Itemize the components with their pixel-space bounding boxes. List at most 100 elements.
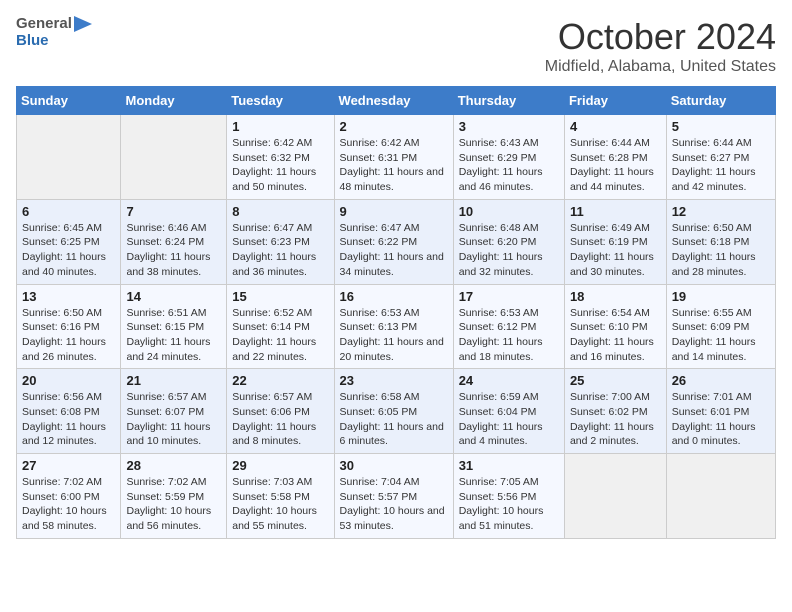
day-info: Sunrise: 7:02 AM Sunset: 6:00 PM Dayligh… [22, 475, 115, 534]
header-thursday: Thursday [453, 87, 564, 115]
day-info: Sunrise: 6:45 AM Sunset: 6:25 PM Dayligh… [22, 221, 115, 280]
day-info: Sunrise: 6:54 AM Sunset: 6:10 PM Dayligh… [570, 306, 661, 365]
day-info: Sunrise: 6:42 AM Sunset: 6:31 PM Dayligh… [340, 136, 448, 195]
calendar-cell: 12 Sunrise: 6:50 AM Sunset: 6:18 PM Dayli… [666, 199, 775, 284]
logo-arrow-icon [74, 16, 92, 32]
week-row-3: 13 Sunrise: 6:50 AM Sunset: 6:16 PM Dayli… [17, 284, 776, 369]
calendar-cell: 28 Sunrise: 7:02 AM Sunset: 5:59 PM Dayli… [121, 454, 227, 539]
day-number: 22 [232, 373, 328, 388]
day-number: 27 [22, 458, 115, 473]
calendar-cell [564, 454, 666, 539]
day-number: 13 [22, 289, 115, 304]
calendar-cell: 24Sunrise: 6:59 AM Sunset: 6:04 PM Dayli… [453, 369, 564, 454]
day-number: 9 [340, 204, 448, 219]
day-info: Sunrise: 6:47 AM Sunset: 6:23 PM Dayligh… [232, 221, 328, 280]
day-number: 12 [672, 204, 770, 219]
calendar-cell: 13 Sunrise: 6:50 AM Sunset: 6:16 PM Dayli… [17, 284, 121, 369]
day-info: Sunrise: 6:59 AM Sunset: 6:04 PM Dayligh… [459, 390, 559, 449]
day-number: 28 [126, 458, 221, 473]
day-number: 29 [232, 458, 328, 473]
day-number: 19 [672, 289, 770, 304]
day-info: Sunrise: 6:57 AM Sunset: 6:07 PM Dayligh… [126, 390, 221, 449]
day-number: 10 [459, 204, 559, 219]
calendar-cell: 8 Sunrise: 6:47 AM Sunset: 6:23 PM Daylig… [227, 199, 334, 284]
day-info: Sunrise: 7:00 AM Sunset: 6:02 PM Dayligh… [570, 390, 661, 449]
day-info: Sunrise: 6:52 AM Sunset: 6:14 PM Dayligh… [232, 306, 328, 365]
day-info: Sunrise: 6:49 AM Sunset: 6:19 PM Dayligh… [570, 221, 661, 280]
day-info: Sunrise: 6:43 AM Sunset: 6:29 PM Dayligh… [459, 136, 559, 195]
calendar-cell: 19 Sunrise: 6:55 AM Sunset: 6:09 PM Dayli… [666, 284, 775, 369]
day-number: 17 [459, 289, 559, 304]
calendar-cell: 30 Sunrise: 7:04 AM Sunset: 5:57 PM Dayli… [334, 454, 453, 539]
day-info: Sunrise: 6:46 AM Sunset: 6:24 PM Dayligh… [126, 221, 221, 280]
day-number: 6 [22, 204, 115, 219]
week-row-4: 20 Sunrise: 6:56 AM Sunset: 6:08 PM Dayli… [17, 369, 776, 454]
header-tuesday: Tuesday [227, 87, 334, 115]
day-info: Sunrise: 6:44 AM Sunset: 6:28 PM Dayligh… [570, 136, 661, 195]
day-info: Sunrise: 6:53 AM Sunset: 6:12 PM Dayligh… [459, 306, 559, 365]
day-info: Sunrise: 7:04 AM Sunset: 5:57 PM Dayligh… [340, 475, 448, 534]
day-number: 11 [570, 204, 661, 219]
day-info: Sunrise: 7:01 AM Sunset: 6:01 PM Dayligh… [672, 390, 770, 449]
title-area: October 2024 Midfield, Alabama, United S… [545, 16, 776, 76]
day-info: Sunrise: 7:02 AM Sunset: 5:59 PM Dayligh… [126, 475, 221, 534]
calendar-cell: 4 Sunrise: 6:44 AM Sunset: 6:28 PM Daylig… [564, 115, 666, 200]
calendar-cell: 25 Sunrise: 7:00 AM Sunset: 6:02 PM Dayli… [564, 369, 666, 454]
header-friday: Friday [564, 87, 666, 115]
day-info: Sunrise: 6:48 AM Sunset: 6:20 PM Dayligh… [459, 221, 559, 280]
day-number: 21 [126, 373, 221, 388]
day-info: Sunrise: 6:42 AM Sunset: 6:32 PM Dayligh… [232, 136, 328, 195]
calendar-cell: 9 Sunrise: 6:47 AM Sunset: 6:22 PM Daylig… [334, 199, 453, 284]
day-number: 4 [570, 119, 661, 134]
calendar-cell: 2 Sunrise: 6:42 AM Sunset: 6:31 PM Daylig… [334, 115, 453, 200]
header-wednesday: Wednesday [334, 87, 453, 115]
week-row-2: 6 Sunrise: 6:45 AM Sunset: 6:25 PM Daylig… [17, 199, 776, 284]
day-info: Sunrise: 6:47 AM Sunset: 6:22 PM Dayligh… [340, 221, 448, 280]
calendar-cell: 29 Sunrise: 7:03 AM Sunset: 5:58 PM Dayli… [227, 454, 334, 539]
calendar-cell: 20 Sunrise: 6:56 AM Sunset: 6:08 PM Dayli… [17, 369, 121, 454]
day-info: Sunrise: 7:05 AM Sunset: 5:56 PM Dayligh… [459, 475, 559, 534]
header-sunday: Sunday [17, 87, 121, 115]
day-info: Sunrise: 7:03 AM Sunset: 5:58 PM Dayligh… [232, 475, 328, 534]
day-number: 20 [22, 373, 115, 388]
day-number: 25 [570, 373, 661, 388]
calendar-cell: 14Sunrise: 6:51 AM Sunset: 6:15 PM Dayli… [121, 284, 227, 369]
day-info: Sunrise: 6:51 AM Sunset: 6:15 PM Dayligh… [126, 306, 221, 365]
day-number: 2 [340, 119, 448, 134]
calendar-cell: 21 Sunrise: 6:57 AM Sunset: 6:07 PM Dayli… [121, 369, 227, 454]
week-row-1: 1Sunrise: 6:42 AM Sunset: 6:32 PM Daylig… [17, 115, 776, 200]
calendar-cell: 3 Sunrise: 6:43 AM Sunset: 6:29 PM Daylig… [453, 115, 564, 200]
day-info: Sunrise: 6:56 AM Sunset: 6:08 PM Dayligh… [22, 390, 115, 449]
calendar-cell [666, 454, 775, 539]
calendar-cell [17, 115, 121, 200]
day-number: 15 [232, 289, 328, 304]
calendar-cell: 26Sunrise: 7:01 AM Sunset: 6:01 PM Dayli… [666, 369, 775, 454]
header-monday: Monday [121, 87, 227, 115]
day-number: 5 [672, 119, 770, 134]
calendar-cell: 5 Sunrise: 6:44 AM Sunset: 6:27 PM Daylig… [666, 115, 775, 200]
day-info: Sunrise: 6:50 AM Sunset: 6:16 PM Dayligh… [22, 306, 115, 365]
calendar-cell: 17 Sunrise: 6:53 AM Sunset: 6:12 PM Dayli… [453, 284, 564, 369]
day-number: 7 [126, 204, 221, 219]
logo-blue: Blue [16, 33, 92, 50]
day-number: 8 [232, 204, 328, 219]
calendar-cell: 6 Sunrise: 6:45 AM Sunset: 6:25 PM Daylig… [17, 199, 121, 284]
day-info: Sunrise: 6:58 AM Sunset: 6:05 PM Dayligh… [340, 390, 448, 449]
calendar-cell: 18Sunrise: 6:54 AM Sunset: 6:10 PM Dayli… [564, 284, 666, 369]
day-info: Sunrise: 6:55 AM Sunset: 6:09 PM Dayligh… [672, 306, 770, 365]
calendar-cell [121, 115, 227, 200]
day-info: Sunrise: 6:44 AM Sunset: 6:27 PM Dayligh… [672, 136, 770, 195]
day-info: Sunrise: 6:50 AM Sunset: 6:18 PM Dayligh… [672, 221, 770, 280]
calendar-cell: 16Sunrise: 6:53 AM Sunset: 6:13 PM Dayli… [334, 284, 453, 369]
logo: General Blue [16, 16, 92, 49]
calendar-cell: 10 Sunrise: 6:48 AM Sunset: 6:20 PM Dayli… [453, 199, 564, 284]
day-info: Sunrise: 6:53 AM Sunset: 6:13 PM Dayligh… [340, 306, 448, 365]
month-title: October 2024 [545, 16, 776, 58]
calendar-cell: 15 Sunrise: 6:52 AM Sunset: 6:14 PM Dayli… [227, 284, 334, 369]
day-number: 30 [340, 458, 448, 473]
header-saturday: Saturday [666, 87, 775, 115]
page-header: General Blue October 2024 Midfield, Alab… [16, 16, 776, 76]
day-number: 23 [340, 373, 448, 388]
day-number: 3 [459, 119, 559, 134]
calendar-cell: 1Sunrise: 6:42 AM Sunset: 6:32 PM Daylig… [227, 115, 334, 200]
